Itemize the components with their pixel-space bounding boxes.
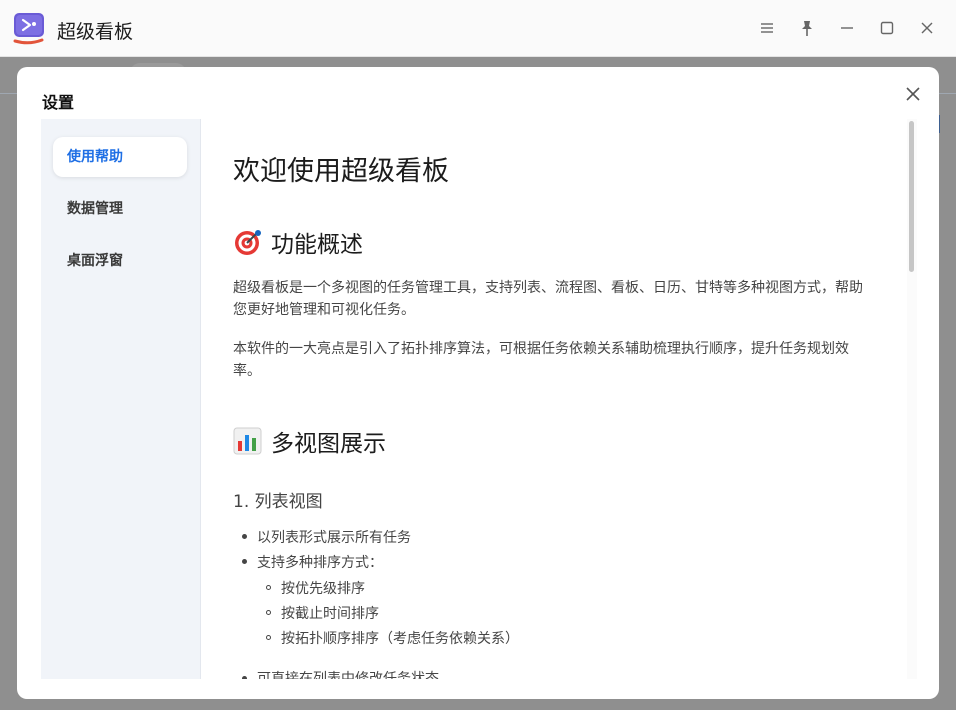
list-item: 可直接在列表中修改任务状态 <box>257 671 439 679</box>
overview-paragraph-1: 超级看板是一个多视图的任务管理工具，支持列表、流程图、看板、日历、甘特等多种视图… <box>233 280 863 318</box>
close-icon[interactable] <box>903 84 923 104</box>
list-item: 以列表形式展示所有任务 <box>257 530 411 546</box>
section-title: 功能概述 <box>271 232 363 258</box>
window-titlebar: 超级看板 <box>0 0 956 57</box>
sidebar-item-floating-window[interactable]: 桌面浮窗 <box>53 241 187 281</box>
app-title: 超级看板 <box>57 21 134 43</box>
list-subitem: 按优先级排序 <box>281 581 365 597</box>
subsection-title: 1. 列表视图 <box>233 492 323 512</box>
scrollbar-thumb[interactable] <box>909 121 914 272</box>
menu-icon[interactable] <box>755 16 779 40</box>
section-heading-overview: 功能概述 <box>233 225 363 259</box>
list-subitem: 按截止时间排序 <box>281 606 379 622</box>
list-subitem: 按拓扑顺序排序（考虑任务依赖关系） <box>281 631 519 647</box>
target-icon <box>233 228 263 256</box>
app-logo-icon <box>12 12 46 46</box>
sidebar-item-data[interactable]: 数据管理 <box>53 189 187 229</box>
minimize-icon[interactable] <box>835 16 859 40</box>
pin-icon[interactable] <box>795 16 819 40</box>
bar-chart-icon <box>233 427 263 455</box>
bullet <box>242 676 247 679</box>
page-title: 欢迎使用超级看板 <box>233 156 449 187</box>
maximize-icon[interactable] <box>875 16 899 40</box>
overview-paragraph-2: 本软件的一大亮点是引入了拓扑排序算法，可根据任务依赖关系辅助梳理执行顺序，提升任… <box>233 341 849 379</box>
list-item: 支持多种排序方式： <box>257 555 383 571</box>
sub-bullet <box>266 585 271 590</box>
sidebar-item-help[interactable]: 使用帮助 <box>53 137 187 177</box>
bullet <box>242 559 247 564</box>
settings-sidebar: 使用帮助 数据管理 桌面浮窗 <box>41 119 201 679</box>
section-title: 多视图展示 <box>271 431 386 457</box>
settings-dialog: 设置 使用帮助 数据管理 桌面浮窗 欢迎使用超级看板 功能概述 超级看板是一个多… <box>17 67 939 699</box>
close-icon[interactable] <box>915 16 939 40</box>
dialog-title: 设置 <box>42 93 75 112</box>
sub-bullet <box>266 635 271 640</box>
sub-bullet <box>266 610 271 615</box>
help-content[interactable]: 欢迎使用超级看板 功能概述 超级看板是一个多视图的任务管理工具，支持列表、流程图… <box>201 119 907 679</box>
bullet <box>242 534 247 539</box>
section-heading-views: 多视图展示 <box>233 424 386 458</box>
